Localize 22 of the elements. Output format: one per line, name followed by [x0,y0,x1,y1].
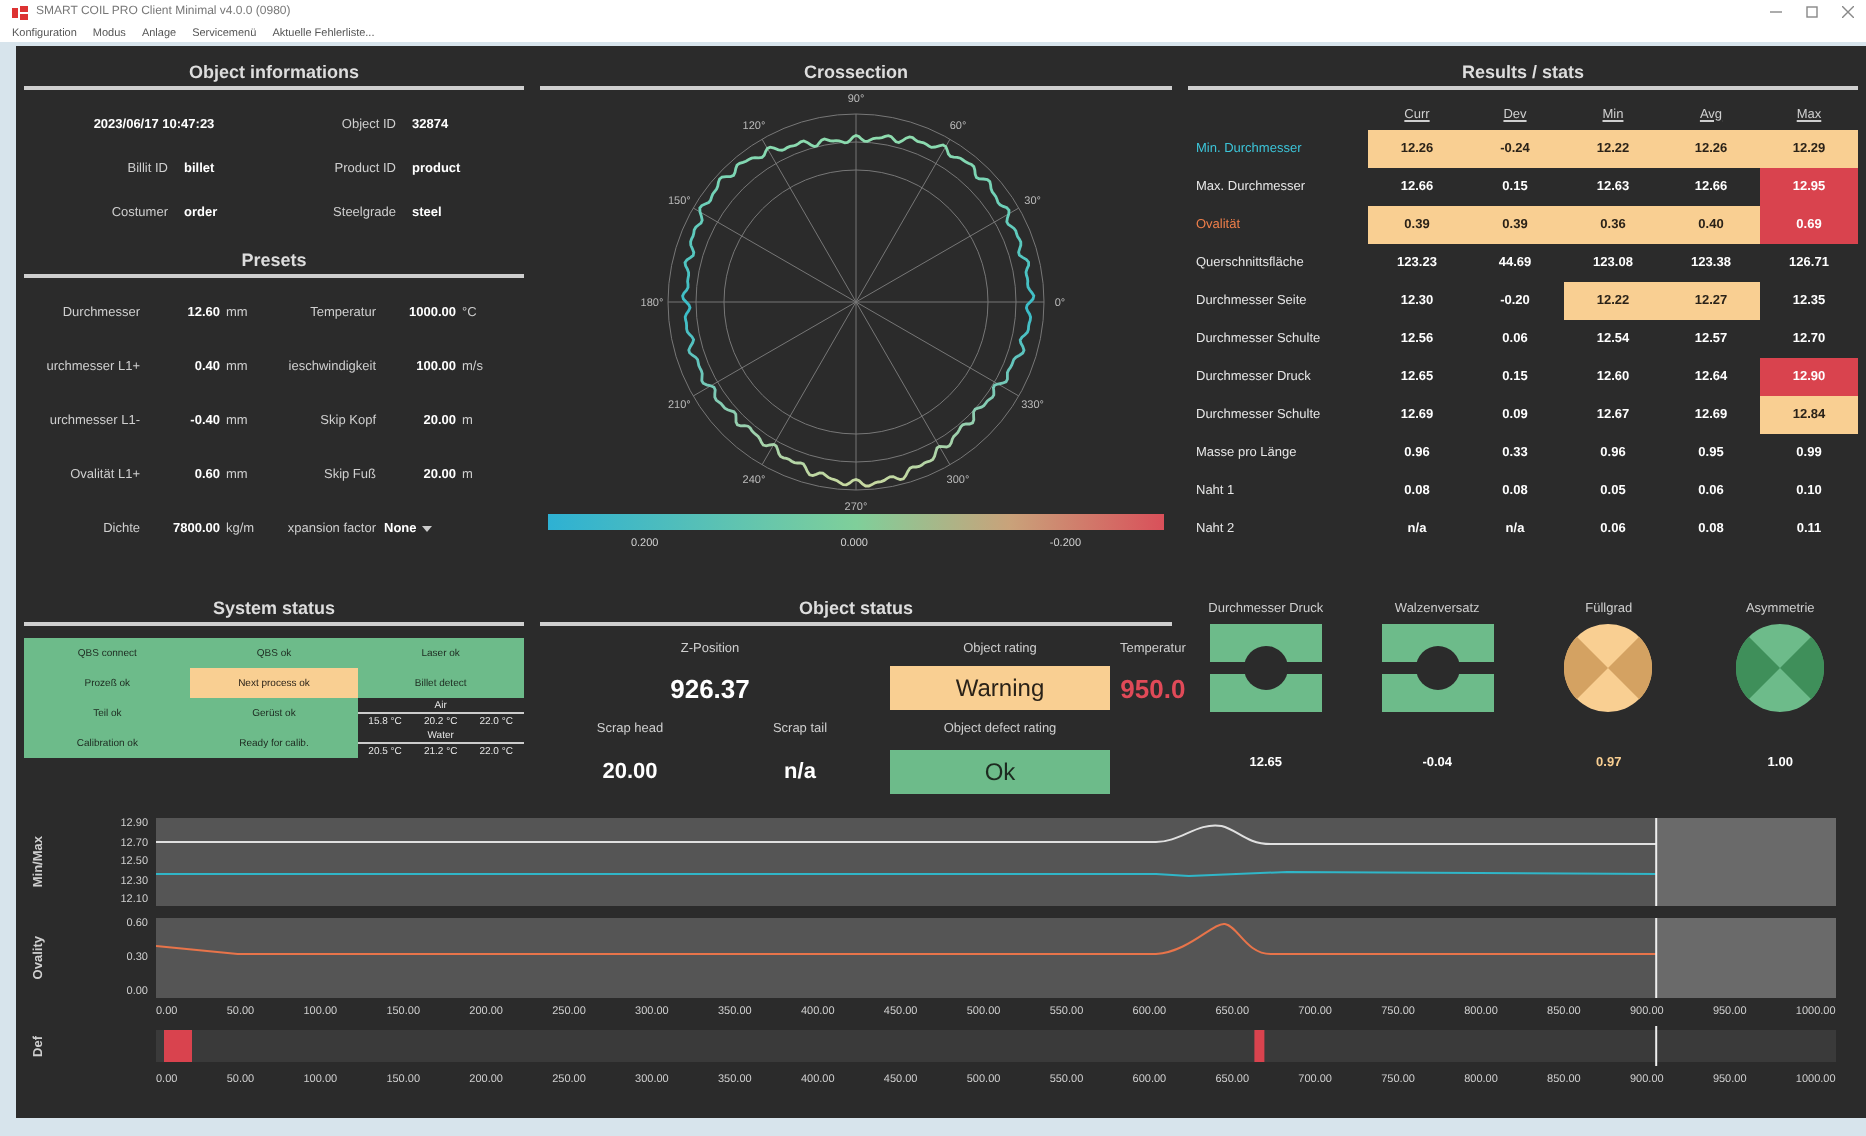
close-icon[interactable] [1842,6,1854,18]
defect-marker [1254,1030,1265,1062]
defect-marker [164,1030,192,1062]
cursor-line [1655,818,1658,906]
app-logo-icon [12,5,28,19]
cursor-line [1655,1026,1658,1066]
section-title: Presets [24,234,524,278]
field-value: 926.37 [670,673,750,703]
section-title: Object status [540,582,1172,626]
section-title: System status [24,582,524,626]
maximize-icon[interactable] [1806,6,1818,18]
cursor-line [1655,918,1658,998]
field-value: n/a [784,760,816,784]
section-title: Object informations [24,46,524,90]
field-value: 20.00 [602,760,658,784]
rating-badge: Ok [890,750,1110,794]
minimize-icon[interactable] [1770,6,1782,18]
caret-icon [422,526,433,532]
rating-badge: Warning [890,666,1110,710]
section-title: Results / stats [1188,46,1858,90]
temperature-value: 950.0 [1120,673,1186,703]
section-title: Crossection [540,46,1172,90]
